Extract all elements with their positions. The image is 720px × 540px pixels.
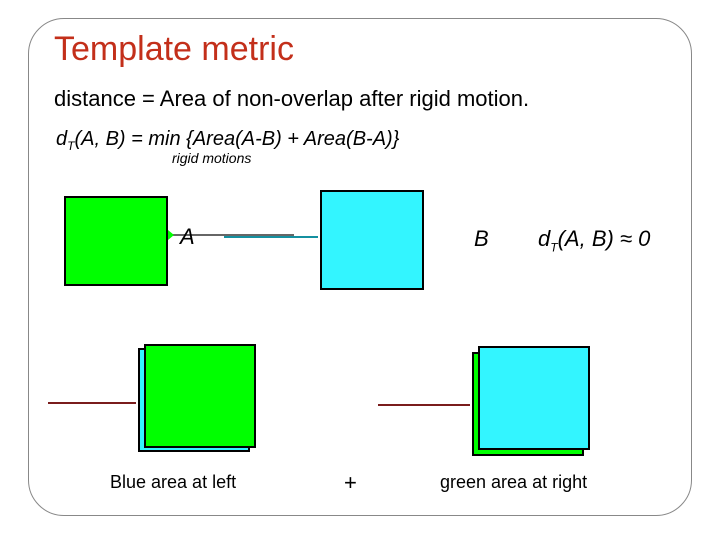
dt-prefix: d <box>538 226 550 251</box>
overlay-left-tail <box>48 402 136 404</box>
slide-title: Template metric <box>54 30 294 69</box>
dt-value: (A, B) ≈ 0 <box>558 226 651 251</box>
slide-subtitle: distance = Area of non-overlap after rig… <box>54 86 529 112</box>
formula-body: (A, B) = min {Area(A-B) + Area(B-A)} <box>74 128 399 150</box>
label-a: A <box>180 224 195 250</box>
slide: Template metric distance = Area of non-o… <box>0 0 720 540</box>
shape-a-square <box>64 196 168 286</box>
shape-b-square <box>320 190 424 290</box>
overlay-left-green <box>144 344 256 448</box>
caption-blue-left: Blue area at left <box>110 472 236 493</box>
distance-result: dT(A, B) ≈ 0 <box>538 226 650 254</box>
formula-subscript: rigid motions <box>172 150 251 166</box>
label-b: B <box>474 226 489 252</box>
shape-b-tail <box>224 236 318 238</box>
caption-plus: + <box>344 470 357 496</box>
overlay-right-tail <box>378 404 470 406</box>
dt-sub: T <box>550 240 557 254</box>
caption-green-right: green area at right <box>440 472 587 493</box>
formula-d: d <box>56 128 67 150</box>
overlay-right-blue <box>478 346 590 450</box>
